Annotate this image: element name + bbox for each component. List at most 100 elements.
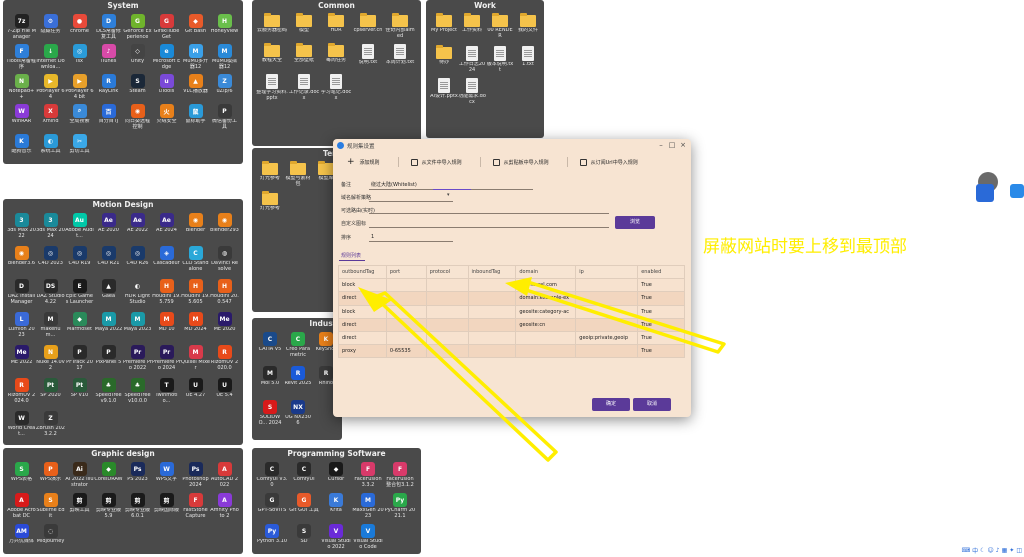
rules-list-tab[interactable]: 规则列表 [341, 252, 361, 259]
desktop-icon[interactable]: ▶ PotPlayer 64 [36, 72, 65, 102]
desktop-icon[interactable]: ZuZip/6 [210, 72, 239, 102]
desktop-icon[interactable]: 每周任务 [320, 42, 352, 72]
desktop-icon[interactable]: 全部壁纸 [288, 42, 320, 72]
desktop-icon[interactable]: 灯光参考 [256, 160, 284, 190]
add-rule-button[interactable]: + 添加规则 [337, 157, 380, 167]
desktop-icon[interactable]: ◎ C4D 2023 [36, 244, 65, 277]
desktop-icon[interactable]: M MuMu多开器12 [181, 42, 210, 72]
desktop-icon[interactable]: 3 3ds Max 2024 [36, 211, 65, 244]
desktop-icon[interactable]: U UE 5.4 [210, 376, 239, 409]
desktop-icon[interactable]: P WPS演示 [36, 460, 65, 491]
desktop-icon[interactable]: F FastStone Capture [181, 491, 210, 522]
import-from-file-button[interactable]: 从文件中导入规则 [410, 158, 462, 166]
desktop-icon[interactable]: C Creo Parametric [284, 330, 312, 364]
desktop-icon[interactable]: My Project [430, 12, 458, 44]
desktop-icon[interactable]: Au Adobe Audit... [65, 211, 94, 244]
col-header[interactable]: port [385, 264, 427, 280]
desktop-icon[interactable]: S Sublime Edit [36, 491, 65, 522]
desktop-icon[interactable]: S SOLIDWO... 2024 [256, 398, 284, 432]
close-icon[interactable]: × [679, 141, 687, 149]
rule-row[interactable]: proxy 0-65535 True [338, 344, 685, 359]
col-header[interactable]: domain [515, 264, 577, 280]
desktop-icon[interactable]: 佳奇内部aimed [384, 12, 416, 42]
desktop-icon[interactable]: ◉ blender293 [210, 211, 239, 244]
minimize-icon[interactable]: – [657, 141, 665, 149]
desktop-icon[interactable]: F FaceFusion 整合包3.1.2 [384, 460, 416, 491]
desktop-icon[interactable]: cpserver.cn [352, 12, 384, 42]
desktop-icon[interactable]: H Houdini 19.5.759 [152, 277, 181, 310]
maximize-icon[interactable]: □ [668, 141, 676, 149]
desktop-icon[interactable]: T Twinmotio... [152, 376, 181, 409]
desktop-icon[interactable]: 鼠鼠标助手 [181, 102, 210, 132]
desktop-icon[interactable]: Z ZBrush 2023.2.2 [36, 409, 65, 442]
desktop-icon[interactable]: 我的文件 [514, 12, 542, 44]
desktop-icon[interactable]: H Honeyview [210, 12, 239, 42]
desktop-icon[interactable]: Pt SP 2020 [36, 376, 65, 409]
floating-cloud-icon[interactable] [1010, 184, 1024, 198]
desktop-icon[interactable]: ◎ C4D R21 [94, 244, 123, 277]
desktop-icon[interactable]: V Visual Studio Code [352, 522, 384, 553]
ime-icon[interactable]: 中 [972, 546, 978, 555]
desktop-icon[interactable]: N Nuke 14.0v2 [36, 343, 65, 376]
desktop-icon[interactable]: C CLO Standalone [181, 244, 210, 277]
desktop-icon[interactable]: G GPT-SoVITS [256, 491, 288, 522]
desktop-icon[interactable]: 剪剪映专业版 5.9 [94, 491, 123, 522]
desktop-icon[interactable]: ◇ Unity [123, 42, 152, 72]
desktop-icon[interactable]: ◍ DaVinci Resolve [210, 244, 239, 277]
col-header[interactable]: inboundTag [467, 264, 517, 280]
order-input[interactable]: 1 [371, 234, 374, 240]
desktop-icon[interactable]: ◆ CorelDRAW [94, 460, 123, 491]
desktop-icon[interactable]: C ComfyUI [288, 460, 320, 491]
desktop-icon[interactable]: P 微信备份工具 [210, 102, 239, 132]
desktop-icon[interactable]: H Houdini 20.0.547 [210, 277, 239, 310]
desktop-icon[interactable]: F FaceFusion 3.3.2 [352, 460, 384, 491]
desktop-icon[interactable]: X Xmind [36, 102, 65, 132]
remark-input[interactable]: 绕过大陆(Whitelist) [371, 181, 417, 188]
desktop-icon[interactable]: ● chrome [65, 12, 94, 42]
desktop-icon[interactable]: S SD [288, 522, 320, 553]
desktop-icon[interactable]: 3 3ds Max 2022 [7, 211, 36, 244]
desktop-icon[interactable]: FiTools常备程序 [7, 42, 36, 72]
desktop-icon[interactable]: e Microsoft Edge [152, 42, 181, 72]
desktop-icon[interactable]: 百百分百TJ [94, 102, 123, 132]
desktop-icon[interactable]: Ae AE 2022 [123, 211, 152, 244]
desktop-icon[interactable]: ◉ 向日葵远程控制 [123, 102, 152, 132]
desktop-icon[interactable]: NX UG NX2306 [284, 398, 312, 432]
desktop-icon[interactable]: S Steam [123, 72, 152, 102]
desktop-icon[interactable]: ◎ C4D R26 [123, 244, 152, 277]
floating-app-icon[interactable] [974, 170, 1002, 204]
desktop-icon[interactable]: A AutoCAD 2022 [210, 460, 239, 491]
keyboard-icon[interactable]: ⌨ [961, 547, 970, 554]
desktop-icon[interactable]: ◐ 系统工具 [36, 132, 65, 162]
desktop-icon[interactable]: A Adobe Acrobat DC [7, 491, 36, 522]
desktop-icon[interactable]: W WinRAR [7, 102, 36, 132]
desktop-icon[interactable]: D DLS常备修复工具 [94, 12, 123, 42]
desktop-icon[interactable]: ♪ iTunes [94, 42, 123, 72]
desktop-icon[interactable]: M Maya 2023 [123, 310, 152, 343]
desktop-icon[interactable]: 剪剪映专业版 6.0.1 [123, 491, 152, 522]
desktop-icon[interactable]: AM 万兴优媒体 [7, 522, 36, 553]
desktop-icon[interactable]: N Notepad++ [7, 72, 36, 102]
desktop-icon[interactable]: ◌ Midjourney [36, 522, 65, 553]
desktop-icon[interactable]: W WPS文字 [152, 460, 181, 491]
desktop-icon[interactable]: R Revit 2025 [284, 364, 312, 398]
desktop-icon[interactable]: H Houdini 19.5.605 [181, 277, 210, 310]
desktop-icon[interactable]: M MaxxGen 2023 [352, 491, 384, 522]
col-header[interactable]: protocol [425, 264, 469, 280]
desktop-icon[interactable]: Pr Premiere Pro 2024 [152, 343, 181, 376]
custom-icon-input[interactable] [369, 219, 609, 227]
desktop-icon[interactable]: 剪剪映国际版 [152, 491, 181, 522]
moon-icon[interactable]: ☾ [980, 547, 985, 554]
desktop-icon[interactable]: DS DAZ Studio 4.22 [36, 277, 65, 310]
rule-row[interactable]: direct geosite:cn True [338, 317, 685, 332]
desktop-icon[interactable]: M MuMu模拟器12 [210, 42, 239, 72]
desktop-icon[interactable]: 工作日志2024 [458, 44, 486, 76]
desktop-icon[interactable]: ♣ SpeedTree v9.1.0 [94, 376, 123, 409]
desktop-icon[interactable]: ▶ PotPlayer 64 bit [65, 72, 94, 102]
outbound-input[interactable] [369, 205, 609, 213]
import-from-clipboard-button[interactable]: 从剪贴板中导入规则 [492, 158, 549, 166]
desktop-icon[interactable]: Pt SP V10 [65, 376, 94, 409]
col-header[interactable]: outboundTag [338, 264, 387, 280]
desktop-icon[interactable]: 说明.txt [352, 42, 384, 72]
desktop-icon[interactable]: ↓ Internet Downloa... [36, 42, 65, 72]
